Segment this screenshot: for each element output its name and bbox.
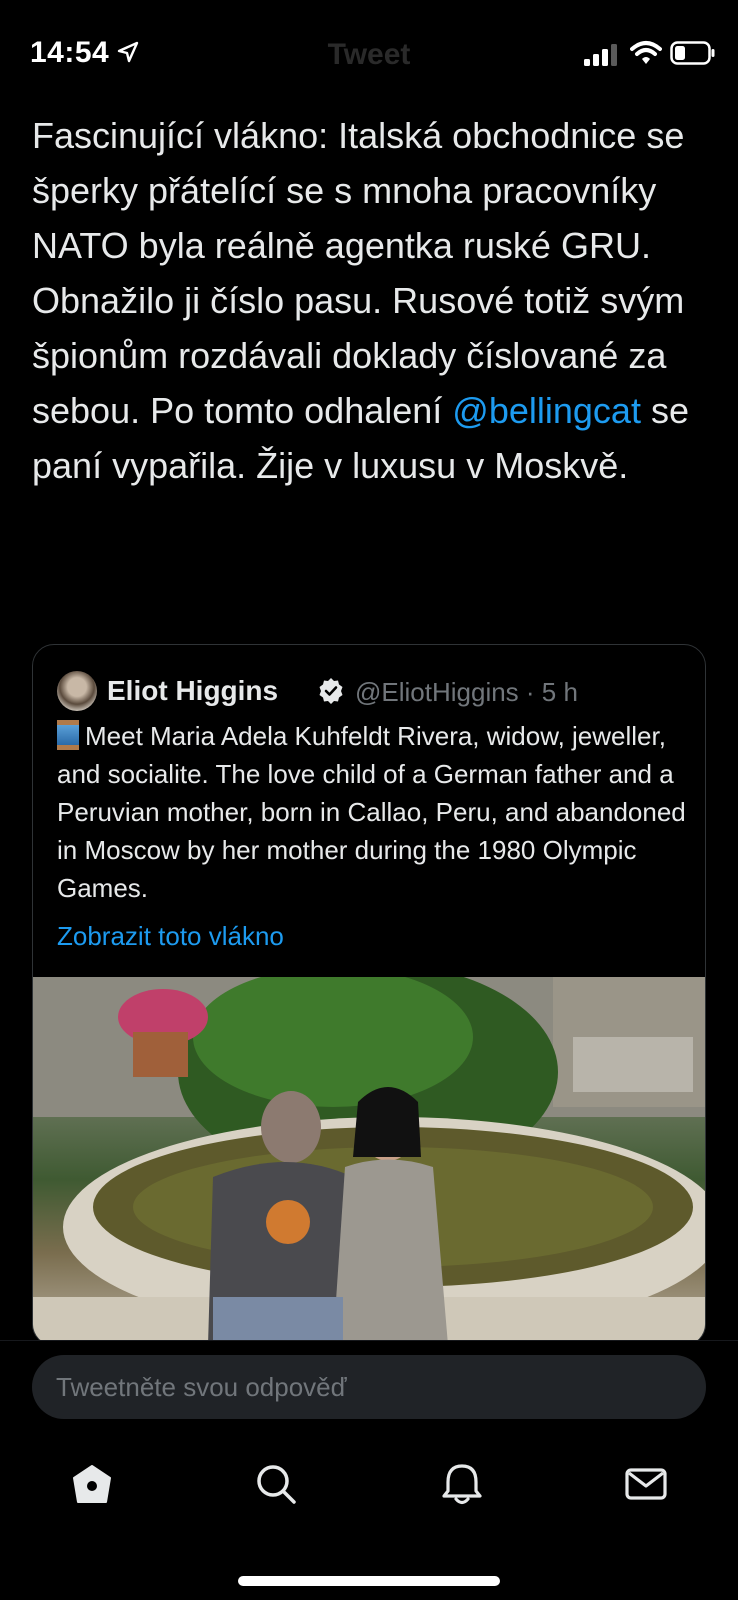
photo-illustration: [33, 977, 705, 1345]
quoted-tweet[interactable]: Eliot Higgins @EliotHiggins · 5 h Meet M…: [32, 644, 706, 1346]
avatar[interactable]: [57, 671, 97, 711]
page-title: Tweet: [327, 38, 411, 71]
quoted-handle-time: @EliotHiggins · 5 h: [355, 677, 578, 707]
quoted-author-name: Eliot Higgins: [107, 675, 279, 706]
home-indicator[interactable]: [238, 1576, 500, 1586]
verified-badge-icon: [319, 678, 343, 704]
battery-icon: [670, 41, 715, 65]
cellular-signal-icon: [584, 44, 617, 66]
thread-spool-icon: [57, 720, 79, 750]
reply-input[interactable]: [32, 1355, 706, 1419]
search-icon[interactable]: [254, 1462, 298, 1506]
notifications-icon[interactable]: [440, 1462, 484, 1506]
reply-bar: [0, 1340, 738, 1441]
quoted-body-text: Meet Maria Adela Kuhfeldt Rivera, widow,…: [57, 721, 686, 903]
status-bar: 14:54 Tweet: [0, 0, 738, 100]
show-thread-link[interactable]: Zobrazit toto vlákno: [57, 921, 284, 952]
home-icon[interactable]: [70, 1462, 114, 1506]
quoted-body: Meet Maria Adela Kuhfeldt Rivera, widow,…: [57, 717, 687, 907]
wifi-icon: [630, 41, 662, 64]
mention-link[interactable]: @bellingcat: [452, 390, 641, 431]
tweet-text: Fascinující vlákno: Italská obchodnice s…: [32, 108, 712, 493]
quoted-tweet-photo[interactable]: [33, 977, 705, 1345]
messages-icon[interactable]: [624, 1462, 668, 1506]
tweet-text-part: Fascinující vlákno: Italská obchodnice s…: [32, 115, 685, 431]
